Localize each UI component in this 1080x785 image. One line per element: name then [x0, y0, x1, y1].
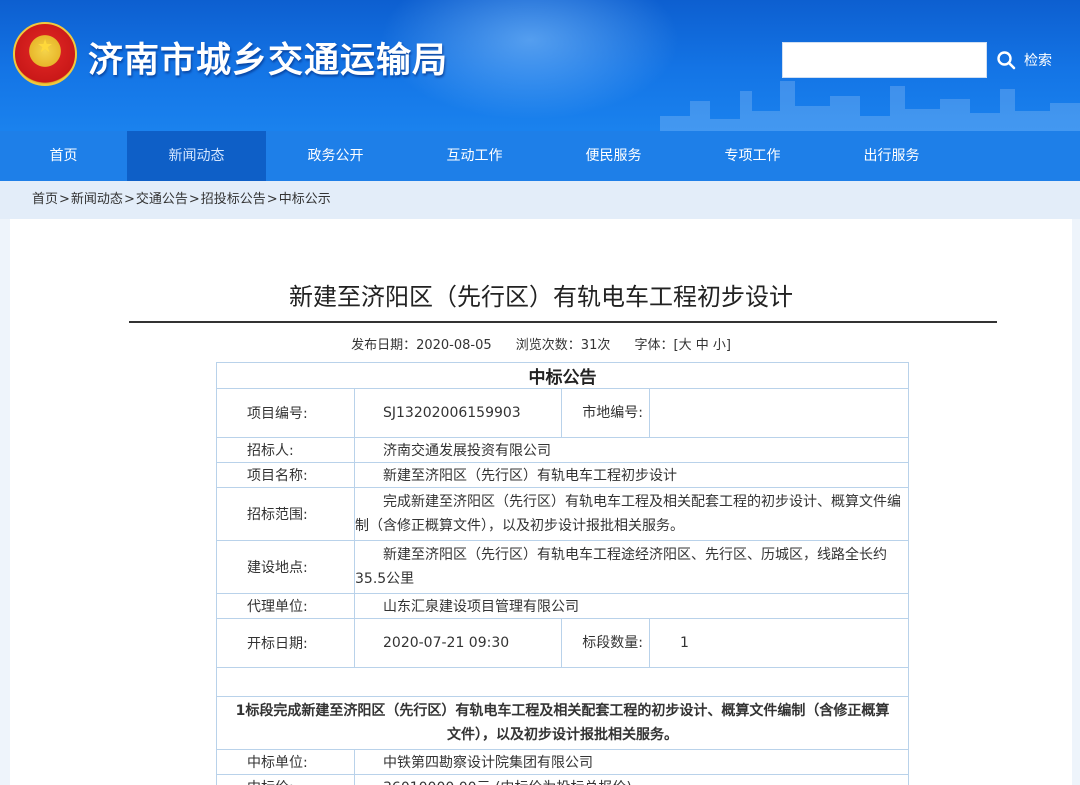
nav-item-travel-services[interactable]: 出行服务: [822, 131, 961, 181]
article-meta: 发布日期：2020-08-05 浏览次数：31次 字体：[大 中 小]: [10, 334, 1072, 353]
tenderer-value: 济南交通发展投资有限公司: [354, 437, 909, 463]
award-notice-table: 中标公告 项目编号: SJ13202006159903 市地编号: 招标人: 济…: [216, 362, 909, 785]
title-divider: [129, 321, 997, 323]
site-header: ★ 济南市城乡交通运输局 检索: [0, 0, 1080, 131]
publish-date-value: 2020-08-05: [416, 338, 492, 353]
site-label: 建设地点:: [216, 540, 355, 594]
table-row: 项目名称: 新建至济阳区（先行区）有轨电车工程初步设计: [216, 462, 909, 488]
breadcrumb-news[interactable]: 新闻动态: [71, 192, 123, 207]
nav-item-government-affairs[interactable]: 政务公开: [266, 131, 405, 181]
winner-label: 中标单位:: [216, 749, 355, 775]
nav-item-news[interactable]: 新闻动态: [127, 131, 266, 181]
city-no-value: [649, 388, 909, 438]
breadcrumb-separator: >: [123, 192, 135, 207]
search-button-label: 检索: [1024, 53, 1052, 69]
publish-date-label: 发布日期：: [351, 338, 417, 353]
breadcrumb-home[interactable]: 首页: [32, 192, 58, 207]
project-name-value: 新建至济阳区（先行区）有轨电车工程初步设计: [354, 462, 909, 488]
view-count-value: 31次: [580, 338, 611, 353]
project-no-value: SJ13202006159903: [354, 388, 562, 438]
price-value: 36010000.00元 (中标价为投标总报价): [354, 774, 909, 785]
search-button[interactable]: 检索: [996, 46, 1070, 74]
breadcrumb: 首页>新闻动态>交通公告>招投标公告>中标公示: [0, 181, 1080, 219]
table-row: 中标公告: [216, 362, 909, 389]
table-row: [216, 667, 909, 697]
scope-value: 完成新建至济阳区（先行区）有轨电车工程及相关配套工程的初步设计、概算文件编制（含…: [354, 487, 909, 541]
font-size-options[interactable]: [大 中 小]: [674, 338, 731, 353]
lots-value: 1: [649, 618, 909, 668]
table-row: 开标日期: 2020-07-21 09:30 标段数量: 1: [216, 618, 909, 668]
table-row: 招标范围: 完成新建至济阳区（先行区）有轨电车工程及相关配套工程的初步设计、概算…: [216, 487, 909, 541]
site-text: 新建至济阳区（先行区）有轨电车工程途经济阳区、先行区、历城区，线路全长约35.5…: [355, 547, 887, 587]
site-value: 新建至济阳区（先行区）有轨电车工程途经济阳区、先行区、历城区，线路全长约35.5…: [354, 540, 909, 594]
tenderer-label: 招标人:: [216, 437, 355, 463]
scope-label: 招标范围:: [216, 487, 355, 541]
search-input[interactable]: [782, 42, 987, 78]
nav-item-interaction[interactable]: 互动工作: [405, 131, 544, 181]
view-count-label: 浏览次数：: [515, 338, 581, 353]
open-date-value: 2020-07-21 09:30: [354, 618, 562, 668]
publish-date: 发布日期：2020-08-05: [351, 338, 492, 353]
open-date-label: 开标日期:: [216, 618, 355, 668]
breadcrumb-separator: >: [266, 192, 278, 207]
agent-value: 山东汇泉建设项目管理有限公司: [354, 593, 909, 619]
breadcrumb-separator: >: [59, 192, 70, 207]
breadcrumb-bidding-notice[interactable]: 招投标公告: [201, 192, 266, 207]
search-icon: [997, 51, 1016, 70]
view-count: 浏览次数：31次: [516, 338, 611, 353]
nav-item-home[interactable]: 首页: [0, 131, 127, 181]
city-no-label: 市地编号:: [561, 388, 650, 438]
agent-label: 代理单位:: [216, 593, 355, 619]
price-label: 中标价:: [216, 774, 355, 785]
table-row: 中标单位: 中铁第四勘察设计院集团有限公司: [216, 749, 909, 775]
project-name-label: 项目名称:: [216, 462, 355, 488]
font-size-control: 字体：[大 中 小]: [634, 338, 730, 353]
article-panel: 新建至济阳区（先行区）有轨电车工程初步设计 发布日期：2020-08-05 浏览…: [10, 219, 1072, 785]
table-row: 中标价: 36010000.00元 (中标价为投标总报价): [216, 774, 909, 785]
breadcrumb-separator: >: [188, 192, 200, 207]
breadcrumb-award-notice[interactable]: 中标公示: [279, 192, 331, 207]
section-title: 1标段完成新建至济阳区（先行区）有轨电车工程及相关配套工程的初步设计、概算文件编…: [216, 696, 909, 750]
article-title: 新建至济阳区（先行区）有轨电车工程初步设计: [289, 283, 793, 311]
nav-item-public-services[interactable]: 便民服务: [544, 131, 683, 181]
font-size-label: 字体：: [634, 338, 674, 353]
nav-item-special-work[interactable]: 专项工作: [683, 131, 822, 181]
table-caption: 中标公告: [216, 362, 909, 389]
table-row: 代理单位: 山东汇泉建设项目管理有限公司: [216, 593, 909, 619]
scope-text: 完成新建至济阳区（先行区）有轨电车工程及相关配套工程的初步设计、概算文件编制（含…: [355, 494, 901, 534]
site-title[interactable]: 济南市城乡交通运输局: [88, 32, 448, 83]
table-row: 项目编号: SJ13202006159903 市地编号:: [216, 388, 909, 438]
breadcrumb-traffic-notice[interactable]: 交通公告: [136, 192, 188, 207]
winner-value: 中铁第四勘察设计院集团有限公司: [354, 749, 909, 775]
table-row: 建设地点: 新建至济阳区（先行区）有轨电车工程途经济阳区、先行区、历城区，线路全…: [216, 540, 909, 594]
table-row: 招标人: 济南交通发展投资有限公司: [216, 437, 909, 463]
table-row: 1标段完成新建至济阳区（先行区）有轨电车工程及相关配套工程的初步设计、概算文件编…: [216, 696, 909, 750]
lots-label: 标段数量:: [561, 618, 650, 668]
national-emblem-icon: ★: [13, 22, 77, 86]
empty-row: [216, 667, 909, 697]
project-no-label: 项目编号:: [216, 388, 355, 438]
main-nav: 首页 新闻动态 政务公开 互动工作 便民服务 专项工作 出行服务: [0, 131, 1080, 181]
